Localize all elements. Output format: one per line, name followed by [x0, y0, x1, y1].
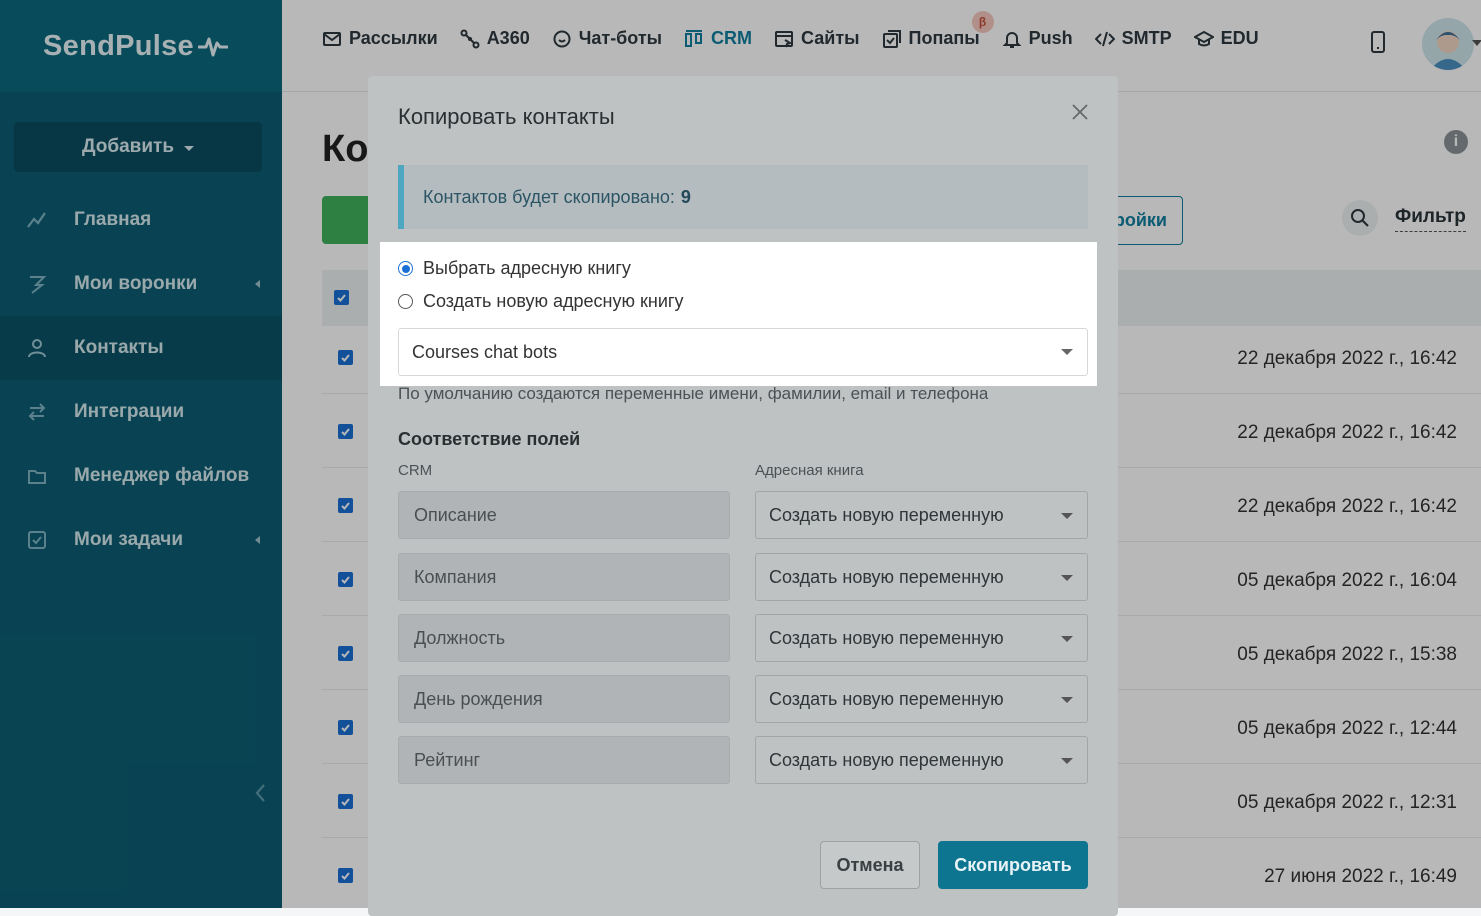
copy-contacts-modal: Копировать контакты Контактов будет скоп…: [368, 76, 1118, 916]
close-icon[interactable]: [1070, 102, 1090, 122]
mapping-select[interactable]: Создать новую переменную: [755, 675, 1088, 723]
address-book-select[interactable]: Courses chat bots: [398, 328, 1088, 376]
chevron-down-icon: [1061, 575, 1073, 581]
crm-field: Описание: [398, 491, 730, 539]
chevron-down-icon: [1061, 349, 1073, 355]
mapping-select[interactable]: Создать новую переменную: [755, 736, 1088, 784]
address-book-choice: Выбрать адресную книгу Создать новую адр…: [380, 242, 1097, 386]
radio-button-checked[interactable]: [398, 261, 413, 276]
crm-field: Компания: [398, 553, 730, 601]
mapping-value: Создать новую переменную: [769, 688, 1004, 709]
mapping-select[interactable]: Создать новую переменную: [755, 553, 1088, 601]
mapping-select[interactable]: Создать новую переменную: [755, 491, 1088, 539]
chevron-down-icon: [1061, 758, 1073, 764]
chevron-down-icon: [1061, 697, 1073, 703]
contacts-count: 9: [680, 186, 691, 207]
radio-button[interactable]: [398, 294, 413, 309]
mapping-value: Создать новую переменную: [769, 627, 1004, 648]
mapping-value: Создать новую переменную: [769, 749, 1004, 770]
field-mapping-title: Соответствие полей: [398, 429, 581, 449]
contacts-count-notice: Контактов будет скопировано: 9: [398, 165, 1088, 229]
crm-column-label: CRM: [398, 462, 433, 479]
radio-label: Выбрать адресную книгу: [423, 258, 631, 278]
chevron-down-icon: [1061, 513, 1073, 519]
cancel-button[interactable]: Отмена: [820, 841, 920, 889]
crm-field: Рейтинг: [398, 736, 730, 784]
book-column-label: Адресная книга: [755, 462, 864, 479]
modal-title: Копировать контакты: [398, 104, 615, 129]
mapping-value: Создать новую переменную: [769, 566, 1004, 587]
crm-field: Должность: [398, 614, 730, 662]
copy-button[interactable]: Скопировать: [938, 841, 1088, 889]
notice-text: Контактов будет скопировано:: [423, 186, 675, 207]
mapping-select[interactable]: Создать новую переменную: [755, 614, 1088, 662]
selected-book: Courses chat bots: [412, 341, 558, 362]
radio-new-book[interactable]: Создать новую адресную книгу: [398, 291, 683, 312]
default-variables-hint: По умолчанию создаются переменные имени,…: [398, 384, 989, 403]
radio-label: Создать новую адресную книгу: [423, 291, 684, 311]
crm-field: День рождения: [398, 675, 730, 723]
chevron-down-icon: [1061, 636, 1073, 642]
mapping-value: Создать новую переменную: [769, 504, 1004, 525]
radio-select-book[interactable]: Выбрать адресную книгу: [398, 258, 631, 279]
